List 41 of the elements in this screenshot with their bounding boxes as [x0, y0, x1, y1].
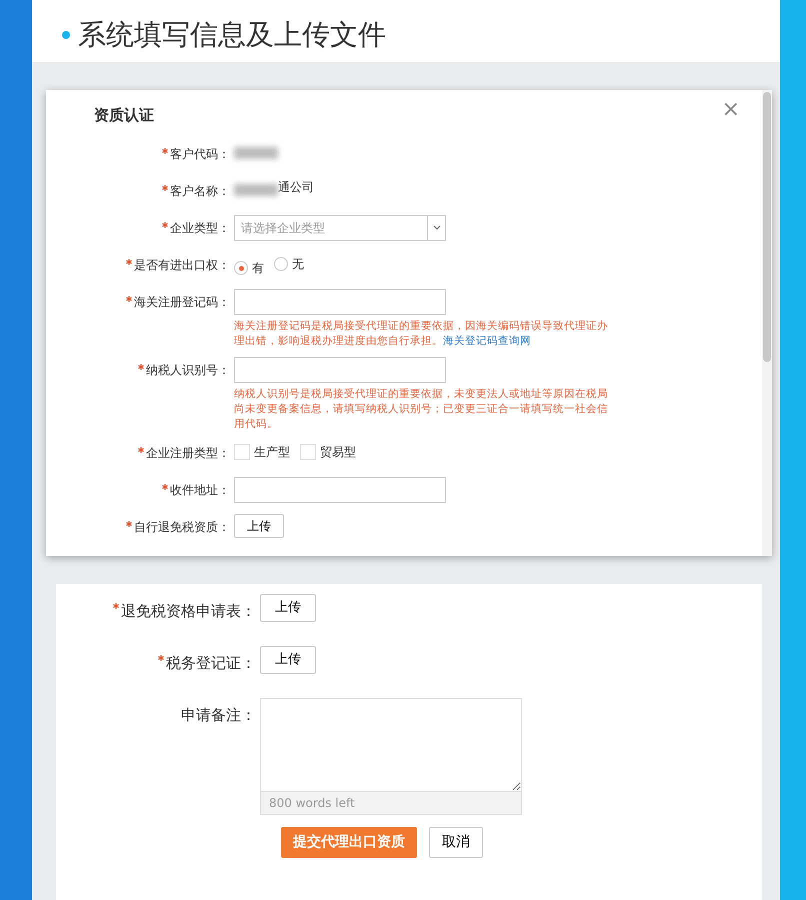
option-label: 无 [292, 256, 304, 272]
blurred-value [234, 146, 278, 158]
field-label: 收件地址： [170, 482, 230, 496]
field-label: 企业注册类型： [146, 446, 230, 460]
slide-title: 系统填写信息及上传文件 [78, 17, 386, 53]
field-label: 退免税资格申请表： [121, 602, 256, 620]
option-label: 有 [252, 260, 264, 277]
checkbox[interactable] [234, 444, 250, 460]
field-label: 申请备注： [181, 706, 256, 724]
input-field[interactable] [234, 476, 446, 502]
field-label: 客户名称： [170, 184, 230, 198]
modal-title: 资质认证 [94, 105, 154, 126]
query-link[interactable]: 海关登记码查询网 [443, 334, 531, 346]
cancel-button[interactable]: 取消 [429, 827, 483, 858]
checkbox[interactable] [300, 444, 316, 460]
field-label: 税务登记证： [166, 654, 256, 672]
input-field[interactable] [234, 356, 446, 382]
option-label: 贸易型 [320, 444, 356, 460]
caret-icon [432, 225, 440, 230]
field-label: 纳税人识别号： [146, 362, 230, 376]
blurred-value [234, 184, 278, 196]
close-button[interactable]: × [716, 98, 746, 122]
upload-button[interactable]: 上传 [260, 594, 316, 622]
upload-button[interactable]: 上传 [260, 646, 316, 674]
help-text: 纳税人识别号是税局接受代理证的重要依据，未变更法人或地址等原因在税局尚未变更备案信息，请填写纳税人识别号；已变更三证合一请填写统一社会信用代码。 [234, 386, 609, 432]
field-label: 客户代码： [170, 146, 230, 160]
help-text: 海关注册登记码是税局接受代理证的重要依据，因海关编码错误导致代理证办理出错，影响退税办理进度由您自行承担。海关登记码查询网 [234, 318, 609, 348]
field-label: 企业类型： [170, 220, 230, 234]
field-label: 自行退免税资质： [134, 520, 230, 534]
scrollbar-thumb[interactable] [763, 92, 771, 362]
radio-button[interactable] [234, 261, 248, 275]
field-value: 通公司 [278, 178, 314, 196]
option-label: 生产型 [254, 444, 290, 460]
textarea-field[interactable] [260, 698, 522, 792]
radio-button[interactable] [274, 256, 288, 270]
field-label: 是否有进出口权： [134, 258, 230, 272]
bullet-icon [62, 31, 70, 39]
upload-button[interactable]: 上传 [234, 514, 284, 538]
input-field[interactable] [234, 288, 446, 314]
field-label: 海关注册登记码： [134, 294, 230, 308]
word-counter: 800 words left [260, 792, 522, 815]
